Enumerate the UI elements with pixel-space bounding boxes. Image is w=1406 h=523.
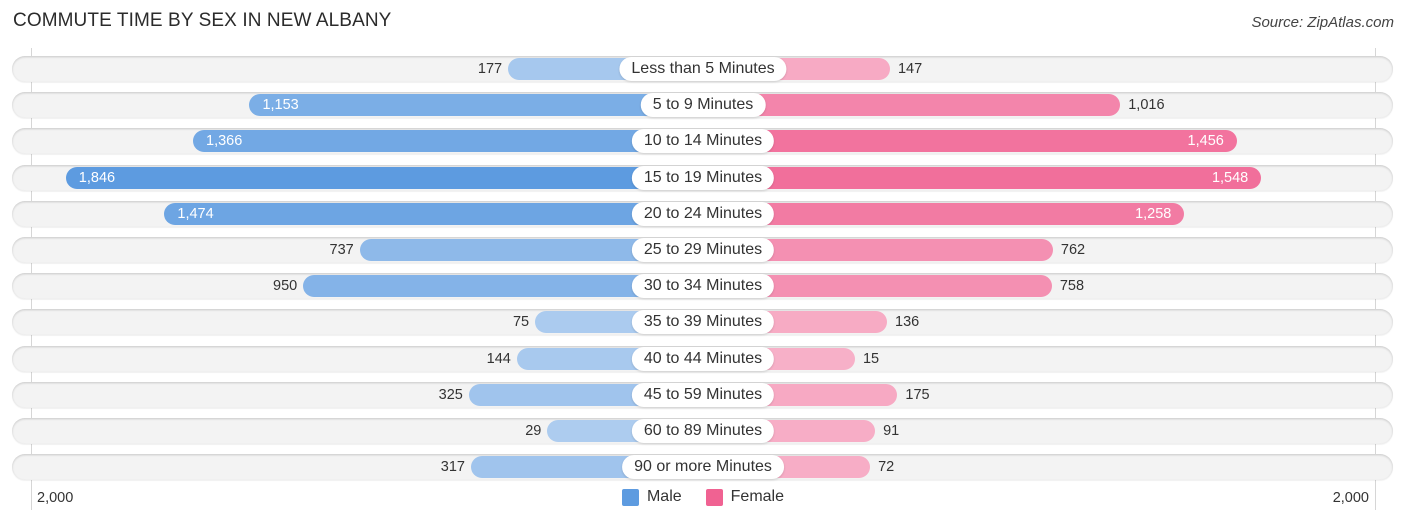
category-label: 15 to 19 Minutes bbox=[631, 165, 775, 190]
value-label-male: 177 bbox=[477, 61, 503, 77]
value-label-female: 136 bbox=[895, 314, 920, 331]
value-label-female: 1,258 bbox=[1135, 205, 1172, 222]
value-label-female: 15 bbox=[862, 350, 880, 367]
source-label: Source: ZipAtlas.com bbox=[1251, 14, 1394, 31]
category-label: 25 to 29 Minutes bbox=[631, 238, 775, 262]
value-label-female: 175 bbox=[905, 386, 930, 403]
value-label-male: 1,474 bbox=[177, 205, 214, 222]
legend: Male Female bbox=[0, 488, 1406, 506]
value-label-male: 317 bbox=[440, 459, 465, 476]
value-label-male: 1,366 bbox=[206, 133, 243, 150]
category-label: Less than 5 Minutes bbox=[619, 57, 787, 81]
value-label-male: 325 bbox=[438, 386, 463, 403]
value-label-female: 762 bbox=[1060, 242, 1086, 258]
value-label-male: 144 bbox=[486, 350, 511, 367]
chart-title: COMMUTE TIME BY SEX IN NEW ALBANY bbox=[13, 10, 392, 31]
category-label: 5 to 9 Minutes bbox=[640, 93, 766, 118]
category-label: 90 or more Minutes bbox=[622, 455, 784, 480]
value-label-male: 29 bbox=[525, 423, 542, 439]
category-label: 45 to 59 Minutes bbox=[631, 382, 775, 407]
legend-label-male: Male bbox=[646, 488, 682, 505]
value-label-female: 1,456 bbox=[1187, 133, 1224, 150]
value-label-male: 1,153 bbox=[262, 97, 299, 114]
value-label-male: 1,846 bbox=[78, 169, 116, 186]
value-label-female: 147 bbox=[897, 61, 923, 77]
value-label-female: 72 bbox=[878, 459, 895, 476]
bar-female bbox=[703, 94, 1121, 117]
bar-male bbox=[65, 166, 703, 189]
category-label: 10 to 14 Minutes bbox=[631, 129, 775, 154]
bar-male bbox=[193, 130, 703, 153]
value-label-male: 950 bbox=[273, 278, 298, 295]
category-label: 30 to 34 Minutes bbox=[631, 274, 775, 299]
value-label-female: 1,548 bbox=[1211, 169, 1249, 186]
legend-swatch-male bbox=[621, 488, 639, 506]
category-label: 35 to 39 Minutes bbox=[631, 310, 775, 335]
category-label: 20 to 24 Minutes bbox=[631, 201, 775, 226]
value-label-female: 758 bbox=[1059, 278, 1085, 295]
bar-male bbox=[249, 94, 703, 117]
bar-female bbox=[703, 202, 1185, 225]
legend-label-female: Female bbox=[730, 488, 785, 505]
value-label-female: 1,016 bbox=[1128, 97, 1165, 114]
category-label: 60 to 89 Minutes bbox=[631, 419, 775, 443]
legend-swatch-female bbox=[705, 488, 723, 506]
legend-item-female: Female bbox=[705, 488, 785, 506]
value-label-male: 737 bbox=[329, 242, 354, 258]
bar-female bbox=[703, 166, 1262, 189]
legend-item-male: Male bbox=[621, 488, 682, 506]
value-label-female: 91 bbox=[883, 423, 900, 439]
category-label: 40 to 44 Minutes bbox=[631, 346, 775, 371]
value-label-male: 75 bbox=[512, 314, 530, 331]
bar-female bbox=[703, 130, 1237, 153]
bar-male bbox=[164, 202, 703, 225]
